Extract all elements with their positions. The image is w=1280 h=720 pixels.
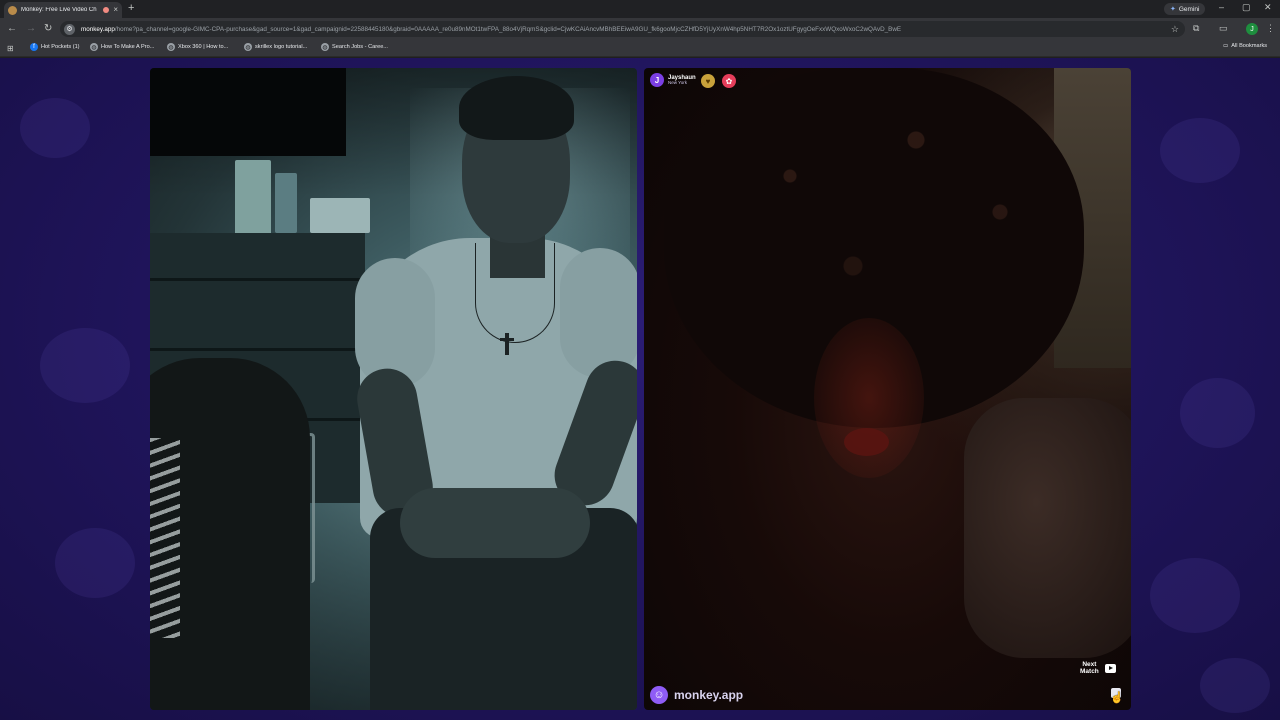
gemini-button[interactable]: ✦ Gemini — [1164, 3, 1206, 15]
cast-icon[interactable]: ▭ — [1219, 23, 1228, 34]
play-next-icon — [1104, 663, 1116, 673]
shelf-item — [235, 160, 271, 235]
monkey-page: J Jayshaun New York ♥ ✿ Next Match ☝ ☺ m… — [0, 58, 1280, 720]
heart-badge-icon[interactable]: ♥ — [701, 74, 715, 88]
bookmark-label: Xbox 360 | How to... — [178, 44, 229, 50]
facebook-icon: f — [30, 43, 38, 51]
apps-grid-icon[interactable]: ⊞ — [7, 44, 14, 53]
next-match-label-line2: Match — [1080, 668, 1099, 676]
new-tab-button[interactable]: + — [128, 2, 134, 14]
mouse-cursor-icon: ☝ — [1110, 692, 1124, 704]
bookmark-label: Hot Pockets (1) — [41, 44, 80, 50]
url-text[interactable]: monkey.app/home?pa_channel=google-GIMC-C… — [81, 26, 1171, 33]
remote-person-shoulder — [964, 398, 1131, 658]
browser-tabstrip: Monkey: Free Live Video Ch × + ✦ Gemini … — [0, 0, 1280, 18]
address-bar[interactable]: ⚙ monkey.app/home?pa_channel=google-GIMC… — [60, 21, 1185, 37]
brand-name: monkey.app — [674, 688, 744, 702]
globe-icon: ◍ — [90, 43, 98, 51]
next-match-label: Next Match — [1080, 661, 1099, 676]
bookmark-skrillex[interactable]: ◍ skrillex logo tutorial... — [244, 43, 307, 51]
local-video-feed — [150, 68, 637, 710]
cross-pendant-icon — [500, 333, 514, 355]
folder-icon: ▭ — [1223, 43, 1229, 49]
gift-badge-icon[interactable]: ✿ — [722, 74, 736, 88]
bookmark-hot-pockets[interactable]: f Hot Pockets (1) — [30, 43, 80, 51]
globe-icon: ◍ — [167, 43, 175, 51]
remote-video-feed: J Jayshaun New York ♥ ✿ Next Match ☝ ☺ m… — [644, 68, 1131, 710]
person-hands — [400, 488, 590, 558]
shelf-item — [275, 173, 297, 233]
all-bookmarks-button[interactable]: ▭ All Bookmarks — [1223, 43, 1267, 49]
bookmark-search-jobs[interactable]: ◍ Search Jobs - Caree... — [321, 43, 388, 51]
remote-person-mouth — [844, 428, 889, 456]
background-blob — [55, 528, 135, 598]
match-location: New York — [668, 79, 688, 85]
person-sleeve — [560, 248, 637, 378]
tab-close-button[interactable]: × — [113, 6, 118, 14]
menu-kebab-icon[interactable]: ⋮ — [1266, 23, 1275, 34]
bookmark-xbox[interactable]: ◍ Xbox 360 | How to... — [167, 43, 228, 51]
dresser-drawer — [150, 348, 365, 351]
match-user-info: Jayshaun New York — [668, 75, 696, 86]
gemini-spark-icon: ✦ — [1170, 6, 1176, 13]
monkey-favicon-icon — [8, 5, 17, 15]
gemini-label: Gemini — [1178, 5, 1200, 13]
site-info-icon[interactable]: ⚙ — [64, 23, 75, 35]
extensions-icon[interactable]: ⧉ — [1193, 23, 1199, 34]
all-bookmarks-label: All Bookmarks — [1231, 43, 1268, 49]
tv-screen — [150, 68, 346, 156]
background-blob — [1200, 658, 1270, 713]
dresser-drawer — [150, 278, 365, 281]
shelf-item — [310, 198, 370, 233]
background-blob — [1180, 378, 1255, 448]
globe-icon: ◍ — [321, 43, 329, 51]
background-blob — [20, 98, 90, 158]
monkey-logo-icon: ☺ — [650, 686, 668, 704]
background-blob — [1160, 118, 1240, 183]
monkey-brand: ☺ monkey.app — [650, 686, 743, 704]
side-person-print — [150, 438, 180, 638]
person-sleeve — [355, 258, 435, 388]
minimize-button[interactable]: – — [1219, 2, 1224, 12]
background-blob — [40, 328, 130, 403]
back-arrow-icon[interactable]: ← — [7, 23, 17, 35]
next-match-button[interactable]: Next Match — [1080, 661, 1116, 676]
bookmark-star-icon[interactable]: ☆ — [1171, 24, 1179, 35]
necklace-chain — [475, 243, 555, 343]
close-window-button[interactable]: ✕ — [1264, 2, 1272, 13]
maximize-button[interactable]: ▢ — [1242, 2, 1251, 13]
background-blob — [1150, 558, 1240, 633]
person-durag — [459, 76, 574, 140]
profile-avatar[interactable]: J — [1246, 23, 1258, 35]
bookmark-label: How To Make A Pro... — [101, 44, 155, 50]
globe-icon: ◍ — [244, 43, 252, 51]
browser-tab[interactable]: Monkey: Free Live Video Ch × — [4, 2, 122, 18]
tab-title: Monkey: Free Live Video Ch — [21, 7, 97, 13]
browser-toolbar: ← → ↻ ⚙ monkey.app/home?pa_channel=googl… — [0, 18, 1280, 40]
bookmark-label: Search Jobs - Caree... — [332, 44, 388, 50]
recording-indicator-icon — [103, 7, 110, 13]
next-match-label-line1: Next — [1082, 661, 1097, 668]
forward-arrow-icon[interactable]: → — [26, 23, 36, 35]
reload-icon[interactable]: ↻ — [44, 23, 52, 35]
match-user-chip[interactable]: J Jayshaun New York — [650, 73, 696, 87]
bookmark-label: skrillex logo tutorial... — [255, 44, 308, 50]
match-avatar: J — [650, 73, 664, 87]
bookmark-how-to-make[interactable]: ◍ How To Make A Pro... — [90, 43, 154, 51]
bookmarks-bar: ⊞ f Hot Pockets (1) ◍ How To Make A Pro.… — [0, 40, 1280, 57]
